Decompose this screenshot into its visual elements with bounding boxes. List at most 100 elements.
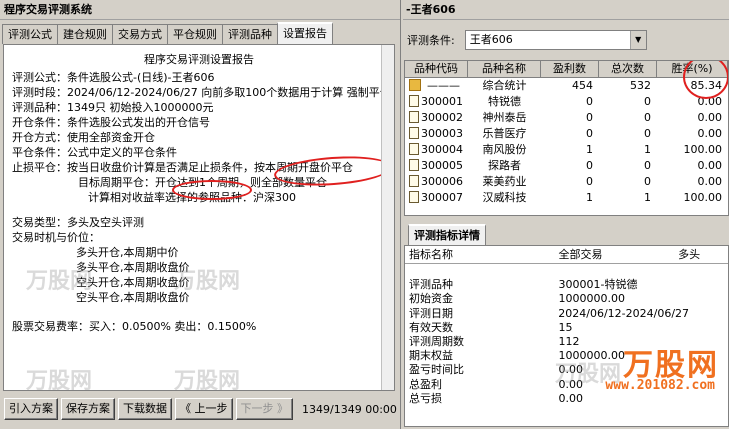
report-line: 计算相对收益率选择的参照品种：沪深300 xyxy=(88,191,296,204)
table-row[interactable]: 300002 神州泰岳 0 0 0.00 xyxy=(405,110,728,126)
report-panel: 程序交易评测设置报告 评测公式：条件选股公式-(日线)-王者606 评测时段：2… xyxy=(3,44,395,391)
results-title: -王者606 xyxy=(403,0,729,20)
watermark-logo: 万股网 xyxy=(26,369,93,391)
condition-select[interactable]: 王者606 ▼ xyxy=(464,30,647,50)
report-line: 开仓方式：使用全部资金开仓 xyxy=(12,131,155,144)
detail-metric-all xyxy=(559,264,679,278)
report-scrollbar[interactable] xyxy=(381,45,394,390)
detail-metric-name: 期末权益 xyxy=(409,349,453,363)
cell-total: 0 xyxy=(644,127,651,140)
cell-winrate: 0.00 xyxy=(697,127,723,140)
cell-name: 特锐德 xyxy=(488,95,521,108)
detail-row: 评测日期 2024/06/12-2024/06/27 xyxy=(405,307,728,321)
prev-step-button[interactable]: 《 上一步 xyxy=(175,398,233,420)
detail-row: 总亏损 0.00 xyxy=(405,392,728,406)
cell-wins: 454 xyxy=(572,79,593,92)
detail-col-long: 多头 xyxy=(678,248,701,261)
cell-total: 0 xyxy=(644,175,651,188)
cell-code: 300001 xyxy=(405,94,468,110)
watermark-logo: 万股网 xyxy=(174,369,241,391)
table-header: 品种代码 品种名称 盈利数 总次数 胜率(%) xyxy=(405,61,728,78)
cell-total: 532 xyxy=(630,79,651,92)
document-icon xyxy=(409,175,419,187)
cell-total: 1 xyxy=(644,143,651,156)
table-row[interactable]: 300004 南风股份 1 1 100.00 xyxy=(405,142,728,158)
detail-metric-long xyxy=(678,278,728,292)
detail-metric-name: 初始资金 xyxy=(409,292,453,306)
table-row[interactable]: 300007 汉威科技 1 1 100.00 xyxy=(405,190,728,206)
document-icon xyxy=(409,159,419,171)
site-watermark-url: www.201082.com xyxy=(605,378,715,393)
document-icon xyxy=(409,95,419,107)
report-line: 平仓条件：公式中定义的平仓条件 xyxy=(12,146,177,159)
cell-code: ——— xyxy=(405,78,468,94)
detail-metric-all: 2024/06/12-2024/06/27 xyxy=(558,306,690,320)
cell-code: 300003 xyxy=(405,126,468,142)
report-line: 评测公式：条件选股公式-(日线)-王者606 xyxy=(12,71,215,84)
tab-instruments[interactable]: 评测品种 xyxy=(222,24,278,44)
document-icon xyxy=(409,127,419,139)
table-row[interactable]: 300003 乐普医疗 0 0 0.00 xyxy=(405,126,728,142)
col-header-total[interactable]: 总次数 xyxy=(599,61,657,77)
window-title: 程序交易评测系统 xyxy=(0,0,400,20)
cell-total: 1 xyxy=(644,191,651,204)
cell-code: 300002 xyxy=(405,110,468,126)
cell-code: 300005 xyxy=(405,158,468,174)
condition-value: 王者606 xyxy=(469,33,513,46)
chevron-down-icon[interactable]: ▼ xyxy=(629,31,646,49)
tab-open-rules[interactable]: 建仓规则 xyxy=(57,24,113,44)
metric-details-panel: 指标名称 全部交易 多头 评测品种 300001-特锐德 初始资金 1000000.0… xyxy=(404,245,729,427)
detail-metric-long xyxy=(678,292,728,306)
import-scheme-button[interactable]: 引入方案 xyxy=(4,398,58,420)
cell-winrate: 100.00 xyxy=(683,191,723,204)
report-line: 止损平仓：按当日收盘价计算是否满足止损条件，按本周期开盘价平仓 xyxy=(12,161,353,174)
cell-code: 300006 xyxy=(405,174,468,190)
report-title: 程序交易评测设置报告 xyxy=(144,53,254,66)
report-line: 空头平仓,本周期收盘价 xyxy=(76,291,190,304)
document-icon xyxy=(409,111,419,123)
cell-winrate: 0.00 xyxy=(697,175,723,188)
next-step-button[interactable]: 下一步 》 xyxy=(235,398,293,420)
save-scheme-button[interactable]: 保存方案 xyxy=(61,398,115,420)
detail-col-name: 指标名称 xyxy=(409,248,453,261)
detail-row xyxy=(405,264,728,278)
col-header-code[interactable]: 品种代码 xyxy=(405,61,468,77)
tab-close-rules[interactable]: 平仓规则 xyxy=(167,24,223,44)
tab-bar: 评测公式 建仓规则 交易方式 平仓规则 评测品种 设置报告 xyxy=(2,22,333,44)
evaluation-system-window: 程序交易评测系统 评测公式 建仓规则 交易方式 平仓规则 评测品种 设置报告 程… xyxy=(0,0,401,429)
detail-metric-name: 有效天数 xyxy=(409,320,453,334)
report-trade-type: 交易类型：多头及空头评测 xyxy=(12,216,144,229)
cell-winrate: 85.34 xyxy=(690,79,723,92)
results-table: 品种代码 品种名称 盈利数 总次数 胜率(%) ——— 综合统计 454 532 85.… xyxy=(404,60,729,216)
tab-formula[interactable]: 评测公式 xyxy=(2,24,58,44)
report-line: 目标周期平仓：开仓达到1个周期，则全部数量平仓 xyxy=(78,176,327,189)
detail-header: 指标名称 全部交易 多头 xyxy=(405,246,728,264)
col-header-name[interactable]: 品种名称 xyxy=(468,61,541,77)
cell-winrate: 100.00 xyxy=(683,143,723,156)
detail-metric-all: 300001-特锐德 xyxy=(558,278,638,292)
report-line: 开仓条件：条件选股公式发出的开仓信号 xyxy=(12,116,210,129)
tab-report[interactable]: 设置报告 xyxy=(277,22,333,44)
cell-wins: 1 xyxy=(586,143,593,156)
table-row[interactable]: 300005 探路者 0 0 0.00 xyxy=(405,158,728,174)
cell-wins: 1 xyxy=(586,191,593,204)
col-header-wins[interactable]: 盈利数 xyxy=(541,61,599,77)
tab-trade-mode[interactable]: 交易方式 xyxy=(112,24,168,44)
cell-wins: 0 xyxy=(586,159,593,172)
detail-metric-long xyxy=(678,321,728,335)
tab-metric-details[interactable]: 评测指标详情 xyxy=(408,224,486,246)
detail-metric-name: 总亏损 xyxy=(409,391,442,405)
table-row[interactable]: ——— 综合统计 454 532 85.34 xyxy=(405,78,728,94)
cell-name: 南风股份 xyxy=(482,143,527,156)
download-data-button[interactable]: 下载数据 xyxy=(118,398,172,420)
col-header-winrate[interactable]: 胜率(%) xyxy=(657,61,728,77)
detail-metric-name: 盈亏时间比 xyxy=(409,363,464,377)
report-line: 多头开仓,本周期中价 xyxy=(76,246,179,259)
cell-name: 乐普医疗 xyxy=(482,127,527,140)
table-row[interactable]: 300001 特锐德 0 0 0.00 xyxy=(405,94,728,110)
summary-icon xyxy=(409,79,421,91)
bottom-toolbar: 引入方案 保存方案 下载数据 《 上一步 下一步 》 1349/1349 00:… xyxy=(0,394,400,424)
table-row[interactable]: 300006 莱美药业 0 0 0.00 xyxy=(405,174,728,190)
detail-metric-name: 评测日期 xyxy=(409,306,453,320)
detail-metric-long xyxy=(678,392,728,406)
